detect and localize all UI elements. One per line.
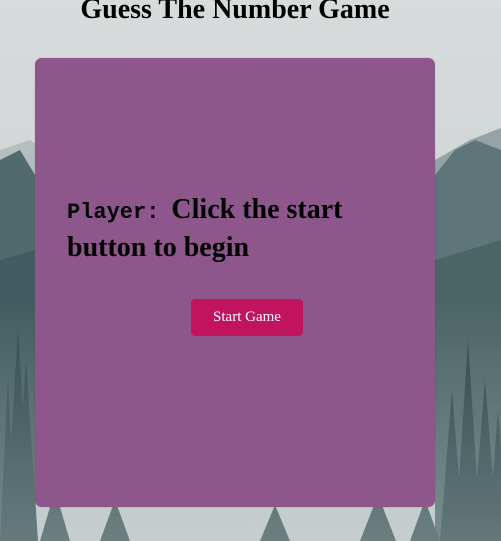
page-title: Guess The Number Game — [80, 0, 390, 25]
game-card: Player: Click the start button to begin S… — [35, 58, 435, 507]
player-label: Player: — [67, 200, 160, 225]
start-game-button[interactable]: Start Game — [191, 299, 303, 336]
game-status-text: Player: Click the start button to begin — [67, 192, 407, 265]
